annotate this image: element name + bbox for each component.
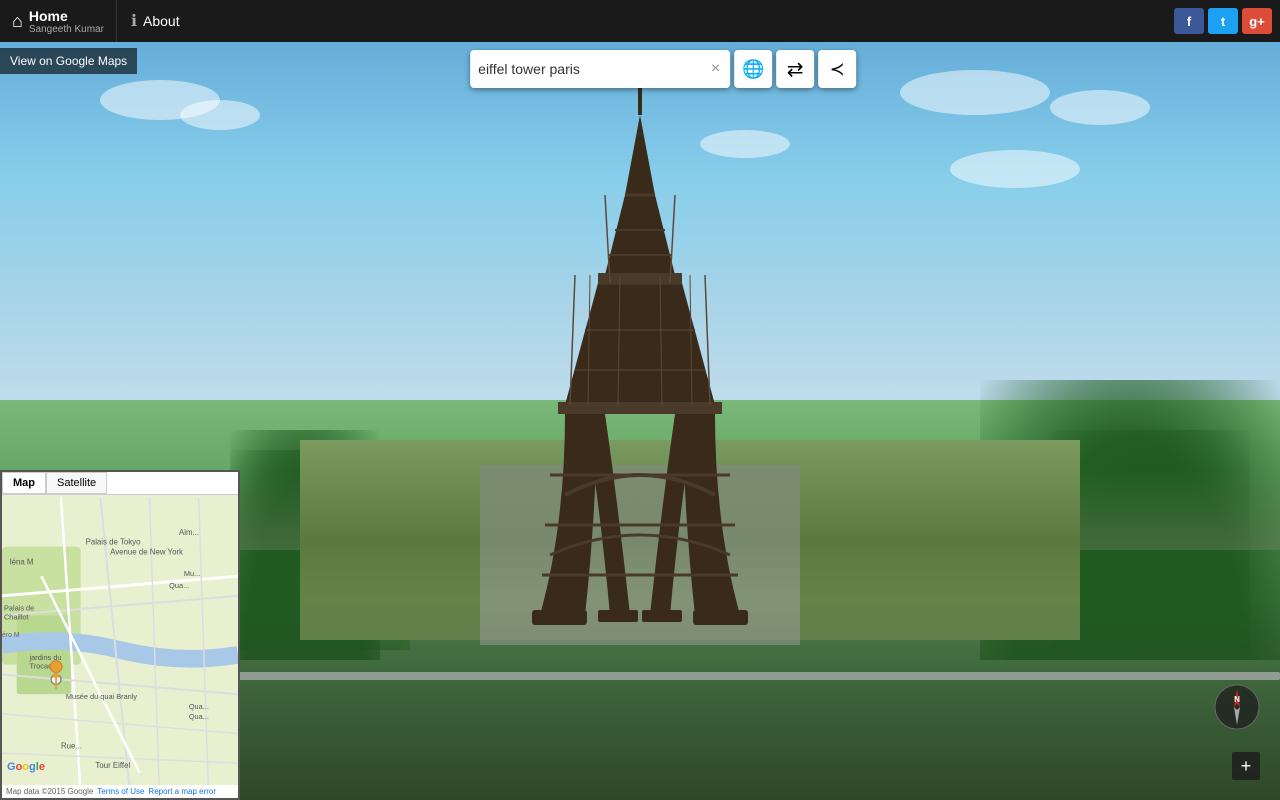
minimap-tab-map[interactable]: Map <box>2 472 46 494</box>
about-label: About <box>143 13 180 29</box>
search-clear-button[interactable]: × <box>709 60 722 78</box>
twitter-icon: t <box>1221 14 1225 29</box>
home-label: Home <box>29 8 68 24</box>
svg-text:Chaillot: Chaillot <box>4 612 29 621</box>
minimap-footer: Map data ©2015 Google Terms of Use Repor… <box>2 785 238 798</box>
svg-text:Mu...: Mu... <box>184 569 200 578</box>
random-icon: ⇄ <box>787 57 804 82</box>
home-icon: ⌂ <box>12 11 23 32</box>
searchbar: × 🌐 ⇄ ≺ <box>470 50 856 88</box>
googleplus-icon: g+ <box>1249 14 1265 29</box>
report-map-error-link[interactable]: Report a map error <box>148 787 216 796</box>
svg-text:Avenue de New York: Avenue de New York <box>110 548 183 557</box>
cloud-4 <box>1050 90 1150 125</box>
google-logo: Google <box>7 761 45 773</box>
zoom-in-button[interactable]: + <box>1232 752 1260 780</box>
search-input-container: × <box>470 50 730 88</box>
svg-text:Qua...: Qua... <box>189 712 209 721</box>
minimap-svg: léna M Palais de Tokyo Alm... Palais de … <box>2 495 238 795</box>
social-icons-group: f t g+ <box>1174 8 1280 34</box>
svg-text:Rue...: Rue... <box>61 741 82 750</box>
minimap-tab-satellite[interactable]: Satellite <box>46 472 107 494</box>
info-icon: ℹ <box>131 11 137 31</box>
facebook-icon: f <box>1187 14 1191 29</box>
terms-of-use-link[interactable]: Terms of Use <box>97 787 144 796</box>
minimap-canvas: léna M Palais de Tokyo Alm... Palais de … <box>2 495 238 795</box>
topbar: ⌂ Home Sangeeth Kumar ℹ About f t g+ <box>0 0 1280 42</box>
globe-icon: 🌐 <box>742 59 764 80</box>
globe-button[interactable]: 🌐 <box>734 50 772 88</box>
svg-text:N: N <box>1234 695 1240 704</box>
cloud-6 <box>950 150 1080 188</box>
svg-text:Qua...: Qua... <box>189 702 209 711</box>
search-input[interactable] <box>478 61 709 77</box>
share-icon: ≺ <box>830 59 845 80</box>
svg-text:léna M: léna M <box>10 557 34 566</box>
svg-text:Alm...: Alm... <box>179 528 199 537</box>
view-on-googlemaps-link[interactable]: View on Google Maps <box>0 48 137 74</box>
compass-svg: N <box>1214 684 1260 730</box>
user-subtitle: Sangeeth Kumar <box>29 24 104 35</box>
minimap-tabs: Map Satellite <box>2 472 238 495</box>
random-button[interactable]: ⇄ <box>776 50 814 88</box>
facebook-button[interactable]: f <box>1174 8 1204 34</box>
twitter-button[interactable]: t <box>1208 8 1238 34</box>
nav-about-button[interactable]: ℹ About <box>117 0 194 42</box>
compass[interactable]: N <box>1214 684 1260 730</box>
svg-text:Palais de Tokyo: Palais de Tokyo <box>86 538 142 547</box>
map-data-text: Map data ©2015 Google <box>6 787 93 796</box>
nav-home-button[interactable]: ⌂ Home Sangeeth Kumar <box>0 0 117 42</box>
svg-text:Qua...: Qua... <box>169 581 189 590</box>
googleplus-button[interactable]: g+ <box>1242 8 1272 34</box>
minimap: Map Satellite léna M Palais <box>0 470 240 800</box>
share-button[interactable]: ≺ <box>818 50 856 88</box>
svg-text:éro M: éro M <box>2 632 20 639</box>
cloud-2 <box>180 100 260 130</box>
cloud-3 <box>900 70 1050 115</box>
svg-text:Musée du quai Branly: Musée du quai Branly <box>66 692 138 701</box>
svg-text:Palais de: Palais de <box>4 604 34 613</box>
foreground-crowd <box>230 600 1280 800</box>
svg-text:Tour Eiffel: Tour Eiffel <box>95 761 130 770</box>
zoom-controls: + <box>1232 752 1260 780</box>
barrier <box>230 672 1280 680</box>
